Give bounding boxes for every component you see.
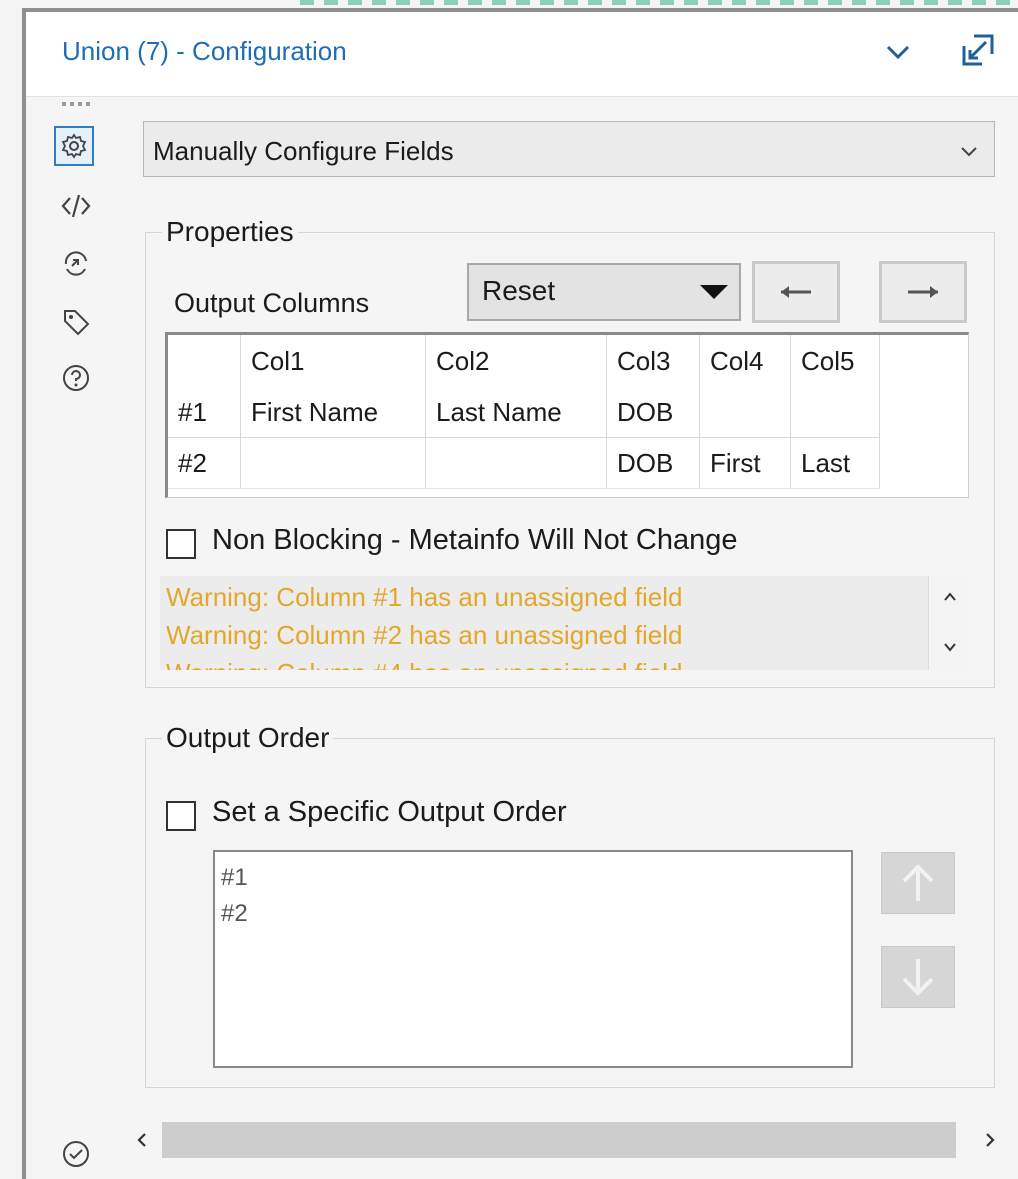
table-cell[interactable]: DOB (606, 387, 700, 438)
tag-icon[interactable] (56, 302, 96, 342)
arrow-left-icon (781, 286, 811, 298)
table-cell[interactable]: First (699, 437, 791, 489)
top-dotted-strip (300, 0, 1018, 5)
output-order-legend: Output Order (162, 722, 334, 754)
warnings-list: Warning: Column #1 has an unassigned fie… (160, 576, 968, 670)
table-cell[interactable]: First Name (240, 387, 426, 438)
chevron-down-icon (958, 140, 980, 162)
table-cell[interactable]: DOB (606, 437, 700, 489)
tool-icon[interactable] (56, 244, 96, 284)
help-icon[interactable] (56, 358, 96, 398)
column-header (168, 335, 241, 387)
column-header[interactable]: Col2 (425, 335, 607, 387)
row-label: #2 (168, 437, 241, 489)
column-header[interactable]: Col4 (699, 335, 791, 387)
dropdown-arrow-icon (700, 285, 728, 299)
code-icon[interactable] (56, 186, 96, 226)
properties-legend: Properties (162, 216, 298, 248)
chevron-down-icon[interactable] (943, 640, 957, 654)
column-header[interactable]: Col5 (790, 335, 880, 387)
arrow-right-icon (908, 286, 938, 298)
specific-order-label: Set a Specific Output Order (212, 796, 567, 828)
chevron-down-icon[interactable] (880, 34, 916, 70)
horizontal-scrollbar-thumb[interactable] (162, 1122, 956, 1158)
non-blocking-checkbox[interactable] (166, 529, 196, 559)
warning-message: Warning: Column #2 has an unassigned fie… (166, 620, 683, 650)
output-order-list[interactable] (213, 850, 853, 1068)
chevron-up-icon[interactable] (943, 590, 957, 604)
panel-title: Union (7) - Configuration (62, 36, 347, 66)
list-item[interactable]: #2 (221, 900, 248, 928)
output-columns-label: Output Columns (174, 288, 370, 318)
popout-icon[interactable] (958, 30, 998, 70)
move-left-button[interactable] (752, 261, 840, 323)
specific-order-checkbox[interactable] (166, 801, 196, 831)
table-header-row: Col1 Col2 Col3 Col4 Col5 (168, 335, 880, 387)
column-header[interactable]: Col3 (606, 335, 700, 387)
warning-message: Warning: Column #4 has an unassigned fie… (166, 658, 682, 670)
chevron-right-icon[interactable] (980, 1130, 1000, 1150)
table-cell[interactable]: Last (790, 437, 880, 489)
table-row: #2 DOB First Last (168, 437, 880, 489)
warning-message: Warning: Column #1 has an unassigned fie… (166, 582, 683, 612)
move-right-button[interactable] (879, 261, 967, 323)
output-columns-table: Col1 Col2 Col3 Col4 Col5 #1 First Name L… (168, 335, 880, 489)
config-mode-value: Manually Configure Fields (153, 136, 454, 166)
table-cell[interactable]: Last Name (425, 387, 607, 438)
row-label: #1 (168, 387, 241, 438)
table-cell[interactable] (790, 387, 880, 438)
non-blocking-label: Non Blocking - Metainfo Will Not Change (212, 524, 738, 556)
table-cell[interactable] (699, 387, 791, 438)
table-cell[interactable] (425, 437, 607, 489)
chevron-left-icon[interactable] (132, 1130, 152, 1150)
arrow-down-icon (902, 959, 934, 996)
reset-dropdown-value: Reset (482, 275, 556, 306)
arrow-up-icon (902, 864, 934, 901)
column-header[interactable]: Col1 (240, 335, 426, 387)
table-row: #1 First Name Last Name DOB (168, 387, 880, 438)
list-item[interactable]: #1 (221, 864, 248, 892)
move-up-button[interactable] (881, 852, 955, 914)
table-cell[interactable] (240, 437, 426, 489)
move-down-button[interactable] (881, 946, 955, 1008)
rail-grip-handle[interactable] (62, 102, 92, 106)
gear-icon[interactable] (54, 126, 94, 166)
check-circle-icon[interactable] (56, 1134, 96, 1174)
